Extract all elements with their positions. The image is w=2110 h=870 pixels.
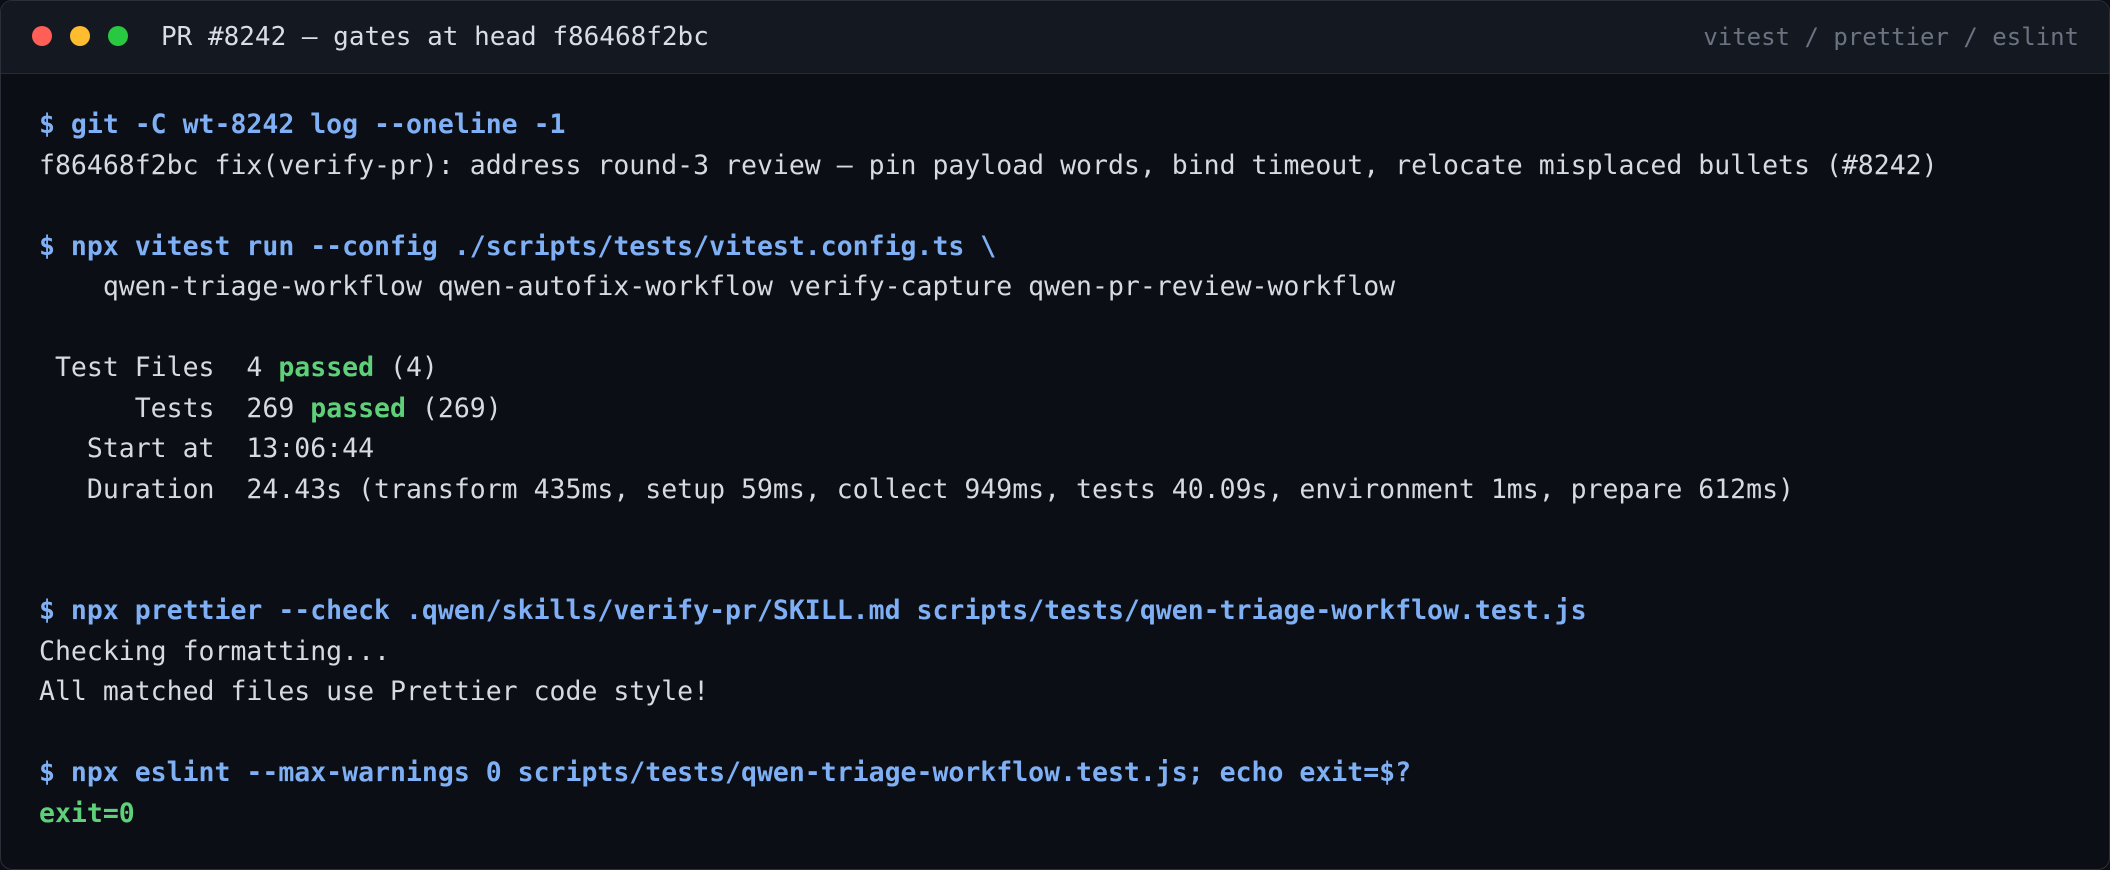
prettier-command: $ npx prettier --check .qwen/skills/veri… (39, 595, 1587, 626)
tests-summary: Tests 269 passed (269) (39, 389, 2109, 430)
close-window-button[interactable] (32, 26, 52, 46)
duration-line: Duration 24.43s (transform 435ms, setup … (39, 473, 1794, 505)
maximize-window-button[interactable] (108, 26, 128, 46)
eslint-command: $ npx eslint --max-warnings 0 scripts/te… (39, 757, 1412, 788)
test-files-label: Test Files 4 (39, 352, 279, 383)
vitest-command: $ npx vitest run --config ./scripts/test… (39, 230, 997, 262)
test-files-count: (4) (374, 352, 438, 383)
tests-count: (269) (405, 392, 502, 424)
start-at-line: Start at 13:06:44 (39, 433, 375, 464)
prettier-output-result: All matched files use Prettier code styl… (39, 676, 710, 707)
git-command: $ git -C wt-8242 log --oneline -1 (39, 109, 566, 140)
tests-label: Tests 269 (39, 392, 311, 424)
tests-status: passed (310, 392, 406, 424)
test-files-status: passed (278, 352, 375, 383)
window-tools-label: vitest / prettier / eslint (1703, 23, 2079, 51)
vitest-command-continuation: qwen-triage-workflow qwen-autofix-workfl… (39, 271, 1396, 302)
test-files-summary: Test Files 4 passed (4) (39, 348, 2109, 389)
git-output: f86468f2bc fix(verify-pr): address round… (39, 149, 1938, 181)
eslint-exit-result: exit=0 (39, 797, 135, 829)
prettier-output-checking: Checking formatting... (39, 635, 390, 667)
title-bar: PR #8242 — gates at head f86468f2bc vite… (1, 1, 2109, 74)
terminal-window: PR #8242 — gates at head f86468f2bc vite… (0, 0, 2110, 870)
minimize-window-button[interactable] (70, 26, 90, 46)
terminal-output[interactable]: $ git -C wt-8242 log --oneline -1 f86468… (39, 105, 2109, 834)
window-title: PR #8242 — gates at head f86468f2bc (161, 22, 709, 52)
